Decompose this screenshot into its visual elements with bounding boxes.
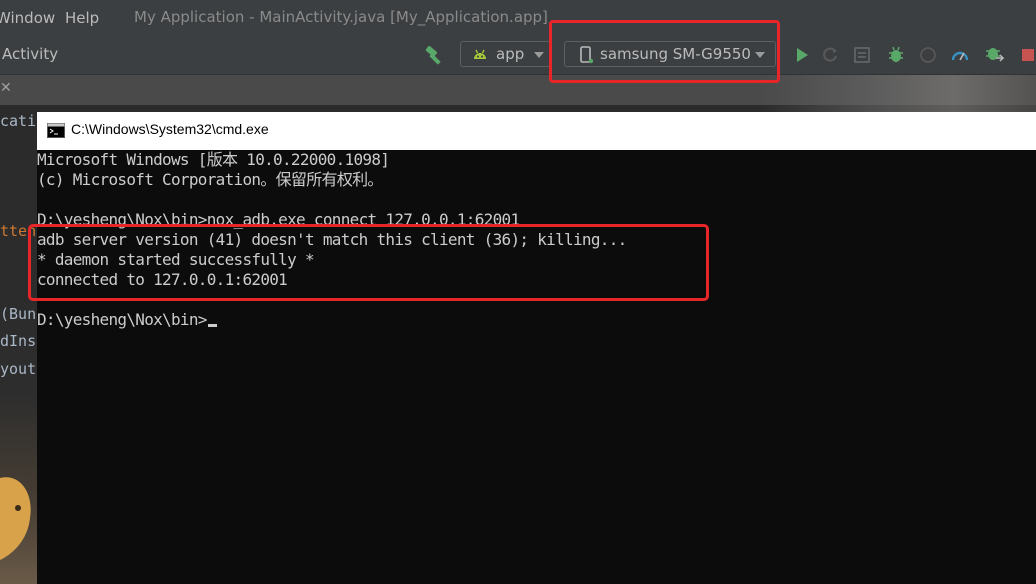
close-icon[interactable]: ✕ (0, 80, 12, 96)
profiler-icon[interactable] (950, 45, 970, 65)
hammer-icon[interactable] (424, 44, 446, 66)
run-config-select[interactable]: app (460, 41, 552, 67)
apply-code-changes-icon[interactable] (852, 45, 872, 65)
window-title: My Application - MainActivity.java [My_A… (134, 8, 548, 26)
coverage-icon[interactable] (918, 45, 938, 65)
cmd-window[interactable]: C:\Windows\System32\cmd.exe Microsoft Wi… (37, 112, 1036, 584)
console-output[interactable]: Microsoft Windows [版本 10.0.22000.1098] (… (37, 150, 1036, 584)
menu-help[interactable]: Help (65, 9, 99, 27)
console-prompt-line[interactable]: D:\yesheng\Nox\bin> (37, 310, 217, 330)
cmd-titlebar[interactable]: C:\Windows\System32\cmd.exe (37, 112, 1036, 150)
menu-window[interactable]: Window (0, 9, 55, 27)
cmd-app-icon (47, 123, 65, 138)
menu-bar: Window Help My Application - MainActivit… (0, 0, 1036, 36)
text-cursor (207, 324, 217, 327)
run-config-label: app (496, 45, 525, 63)
android-icon (474, 49, 486, 59)
stop-icon[interactable] (1018, 45, 1036, 65)
debug-icon[interactable] (886, 45, 906, 65)
code-fragment: yout (0, 360, 37, 378)
ide-toolbar: Activity app samsung SM-G9550 (0, 36, 1036, 75)
run-icon[interactable] (792, 45, 812, 65)
console-line: Microsoft Windows [版本 10.0.22000.1098] (37, 150, 390, 169)
attach-debugger-icon[interactable] (984, 45, 1004, 65)
console-prompt: D:\yesheng\Nox\bin> (37, 310, 207, 329)
device-highlight-box (549, 20, 780, 83)
output-highlight-box (28, 224, 709, 301)
cartoon-sticker (0, 477, 31, 560)
cmd-window-title: C:\Windows\System32\cmd.exe (71, 121, 269, 137)
breadcrumb[interactable]: Activity (2, 45, 58, 63)
apply-changes-icon[interactable] (820, 45, 840, 65)
console-line: (c) Microsoft Corporation。保留所有权利。 (37, 170, 383, 189)
chevron-down-icon (534, 52, 544, 58)
